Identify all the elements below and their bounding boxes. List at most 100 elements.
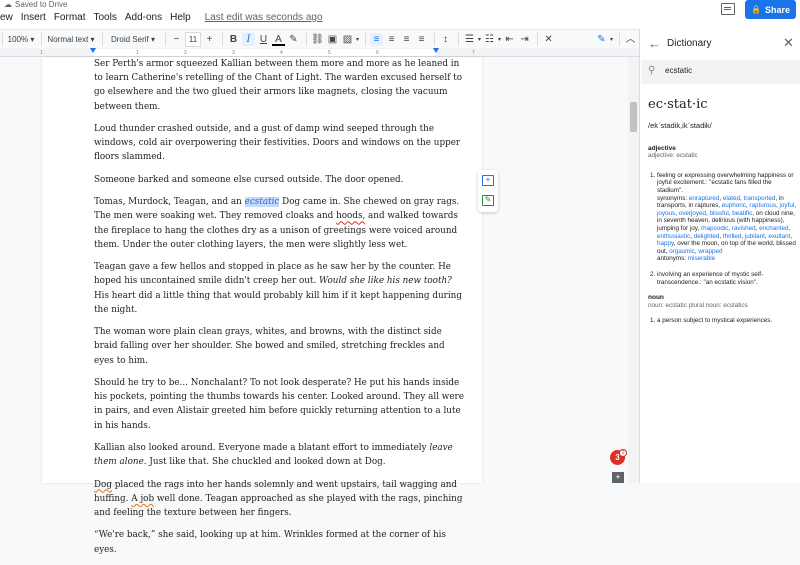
antonyms-label: antonyms: [657,255,687,263]
line-spacing-icon[interactable]: ↕ [439,33,452,46]
menu-help[interactable]: Help [170,12,191,23]
font-select[interactable]: Droid Serif ▾ [107,32,159,47]
decrease-font-size-button[interactable]: − [170,33,183,46]
left-indent-marker[interactable] [90,48,96,53]
synonym[interactable]: delighted [694,233,720,240]
zoom-select[interactable]: 100% ▾ [7,32,35,47]
italic-button[interactable]: I [242,32,255,46]
grammar-suggestion[interactable]: A job [131,494,154,504]
document-scrollbar[interactable] [628,57,639,483]
close-icon[interactable]: ✕ [783,35,794,51]
synonym[interactable]: elated [723,195,740,202]
checklist-icon[interactable]: ☰ [463,33,476,46]
align-center-icon[interactable]: ≡ [385,33,398,46]
document-canvas: Ser Perth's armor squeezed Kallian betwe… [0,57,628,555]
grammar-suggestion[interactable]: Dog [94,480,112,490]
menu-addons[interactable]: Add-ons [125,12,162,23]
font-size-input[interactable]: 11 [185,31,201,47]
divider [458,32,460,46]
back-arrow-icon[interactable]: ← [648,36,661,51]
align-left-icon[interactable]: ≡ [370,32,384,46]
bold-button[interactable]: B [227,33,240,46]
menu-tools[interactable]: Tools [93,12,116,23]
clear-formatting-icon[interactable]: ✕ [542,33,555,46]
synonym[interactable]: transported [744,195,776,202]
dictionary-search-input[interactable]: ⚲ ecstatic [641,60,800,84]
antonym[interactable]: miserable [688,255,715,262]
insert-image-icon[interactable]: ▨ [341,33,354,46]
add-comment-icon[interactable]: ▣ [326,33,339,46]
divider [365,32,367,46]
divider [434,32,436,46]
menu-insert[interactable]: Insert [21,12,46,23]
synonym[interactable]: rapturous [749,202,776,209]
synonym[interactable]: enchanted [759,225,788,232]
chevron-down-icon[interactable]: ▾ [498,32,501,47]
search-query: ecstatic [665,66,693,75]
synonym[interactable]: beatific [732,210,752,217]
synonym[interactable]: euphoric [722,202,746,209]
chevron-down-icon[interactable]: ▾ [478,32,481,47]
synonym[interactable]: ravished [732,225,756,232]
synonyms-label: synonyms: [657,194,688,202]
synonym[interactable]: rhapsodic [701,225,728,232]
increase-indent-icon[interactable]: ⇥ [518,33,531,46]
comment-history-icon[interactable] [721,3,735,15]
ruler[interactable]: 1 1 2 3 4 5 6 7 [0,48,639,57]
style-select[interactable]: Normal text ▾ [46,32,96,47]
paragraph[interactable]: Tomas, Murdock, Teagan, and an ecstatic … [94,195,464,252]
synonym[interactable]: joyous [657,210,675,217]
synonym[interactable]: joyful [780,202,795,209]
align-justify-icon[interactable]: ≡ [415,33,428,46]
definition-text: a person subject to mystical experiences… [657,317,773,325]
selected-word[interactable]: ecstatic [244,197,280,208]
menu-format[interactable]: Format [54,12,86,23]
paragraph[interactable]: “We're back,” she said, looking up at hi… [94,528,464,556]
align-right-icon[interactable]: ≡ [400,33,413,46]
divider [2,32,3,46]
document-page[interactable]: Ser Perth's armor squeezed Kallian betwe… [42,57,482,555]
add-comment-icon[interactable]: + [482,175,494,186]
spelling-suggestion[interactable]: hoods, [336,211,365,221]
synonym[interactable]: exultant [768,233,790,240]
scrollbar-thumb[interactable] [630,102,637,132]
paragraph[interactable]: Dog placed the rags into her hands solem… [94,478,464,521]
notification-sub-badge: 0 [619,449,627,457]
synonym[interactable]: enthusiastic [657,233,690,240]
paragraph[interactable]: Teagan gave a few hellos and stopped in … [94,260,464,317]
paragraph[interactable]: Someone barked and someone else cursed o… [94,173,464,187]
editing-mode-pencil-icon[interactable]: ✎ [595,33,608,46]
paragraph[interactable]: Kallian also looked around. Everyone mad… [94,441,464,469]
explore-icon[interactable]: + [612,472,624,483]
paragraph[interactable]: Should he try to be... Nonchalant? To no… [94,376,464,433]
increase-font-size-button[interactable]: + [203,33,216,46]
link-icon[interactable]: ⛓ [311,33,324,46]
synonym[interactable]: jubilant [745,233,765,240]
chevron-up-icon[interactable]: ︿ [624,33,637,46]
underline-button[interactable]: U [257,33,270,46]
document-body[interactable]: Ser Perth's armor squeezed Kallian betwe… [94,57,464,565]
suggest-edits-icon[interactable]: ✎ [482,195,494,206]
paragraph[interactable]: The woman wore plain clean grays, whites… [94,325,464,368]
synonym[interactable]: thrilled [723,233,742,240]
share-button[interactable]: 🔒 Share [745,0,796,19]
synonym[interactable]: happy [657,240,674,247]
paragraph[interactable]: Ser Perth's armor squeezed Kallian betwe… [94,57,464,114]
synonym[interactable]: overjoyed [679,210,706,217]
text-color-button[interactable]: A [272,33,285,46]
chevron-down-icon[interactable]: ▾ [356,32,359,47]
decrease-indent-icon[interactable]: ⇤ [503,33,516,46]
paragraph[interactable]: Loud thunder crashed outside, and a gust… [94,122,464,165]
highlight-color-icon[interactable]: ✎ [287,33,300,46]
definition-list: a person subject to mystical experiences… [648,317,796,325]
synonym[interactable]: orgasmic [669,248,695,255]
synonym[interactable]: wrapped [698,248,722,255]
bulleted-list-icon[interactable]: ☷ [483,33,496,46]
right-indent-marker[interactable] [433,48,439,53]
menu-view[interactable]: ew [0,12,13,23]
last-edit-link[interactable]: Last edit was seconds ago [205,12,323,23]
chevron-down-icon[interactable]: ▾ [610,32,613,47]
synonym[interactable]: enraptured [689,195,719,202]
definition-item: feeling or expressing overwhelming happi… [657,172,796,263]
synonym[interactable]: blissful [710,210,729,217]
